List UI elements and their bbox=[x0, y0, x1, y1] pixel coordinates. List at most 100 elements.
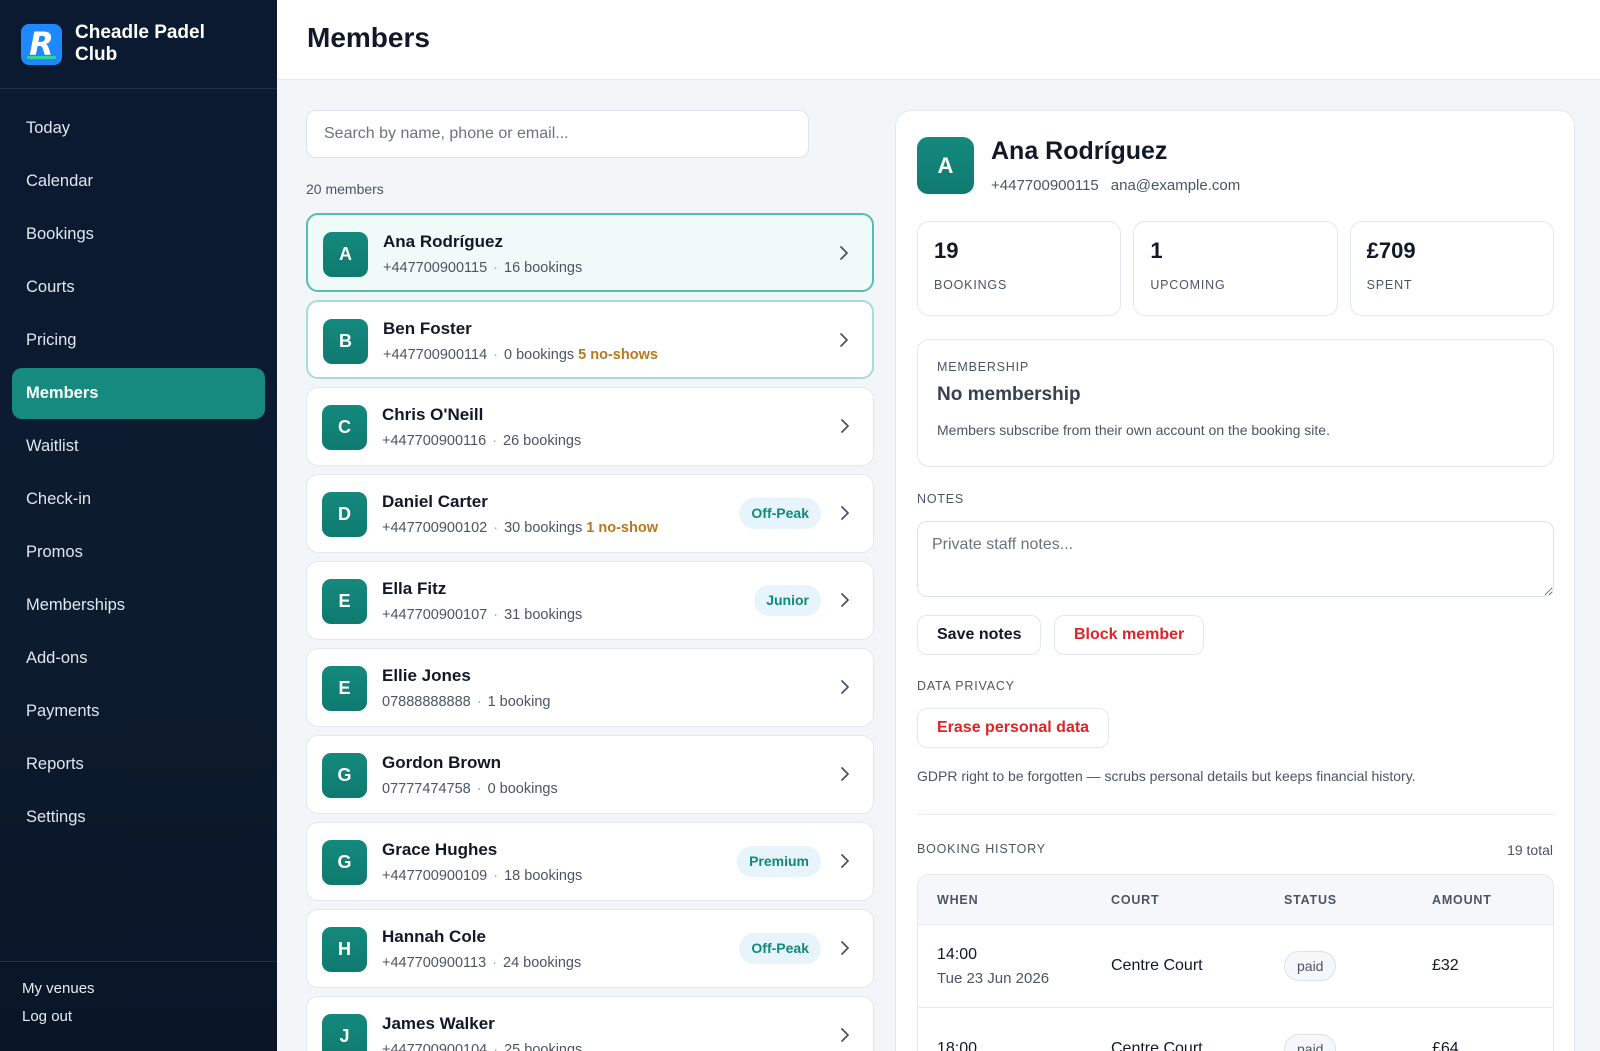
member-meta: +447700900116 · 26 bookings bbox=[382, 433, 581, 449]
sidebar-item-calendar[interactable]: Calendar bbox=[12, 156, 265, 207]
member-phone: +447700900115 bbox=[383, 260, 488, 276]
list-item[interactable]: A Ana Rodríguez +447700900115 · 16 bookings bbox=[306, 213, 874, 292]
member-name: James Walker bbox=[382, 1014, 495, 1033]
cell-amount: £32 bbox=[1432, 957, 1459, 974]
sidebar-item-settings[interactable]: Settings bbox=[12, 792, 265, 843]
booking-time: 18:00 bbox=[937, 1040, 978, 1051]
list-item[interactable]: C Chris O'Neill +447700900116 · 26 bookings bbox=[306, 387, 874, 466]
cell-court: Centre Court bbox=[1111, 1040, 1203, 1051]
column-header-status[interactable]: STATUS bbox=[1284, 893, 1432, 907]
club-logo: R bbox=[21, 23, 62, 65]
chevron-right-icon bbox=[835, 764, 855, 784]
member-bookings: 24 bookings bbox=[503, 955, 582, 971]
member-bookings: 16 bookings bbox=[504, 260, 583, 276]
membership-note: Members subscribe from their own account… bbox=[937, 422, 1330, 438]
stat-bookings: 19 BOOKINGS bbox=[917, 221, 1122, 316]
erase-personal-data-button[interactable]: Erase personal data bbox=[917, 708, 1110, 748]
list-item[interactable]: G Grace Hughes +447700900109 · 18 bookings Pr… bbox=[306, 822, 874, 901]
chevron-right-icon bbox=[835, 938, 855, 958]
page-header: Members bbox=[277, 0, 1600, 80]
table-row[interactable]: 18:00 Centre Court paid £64 bbox=[918, 1008, 1553, 1051]
cell-when: 18:00 bbox=[918, 1040, 1111, 1051]
my-venues-link[interactable]: My venues bbox=[22, 980, 277, 997]
column-header-amount[interactable]: AMOUNT bbox=[1432, 893, 1552, 907]
sidebar-item-members[interactable]: Members bbox=[12, 368, 265, 419]
gdpr-note: GDPR right to be forgotten — scrubs pers… bbox=[917, 768, 1416, 784]
separator: · bbox=[493, 260, 499, 276]
member-meta: 07888888888 · 1 booking bbox=[382, 694, 550, 710]
separator: · bbox=[492, 433, 498, 449]
member-name: Chris O'Neill bbox=[382, 405, 484, 424]
separator: · bbox=[493, 347, 499, 363]
member-name: Ellie Jones bbox=[382, 666, 471, 685]
data-privacy-label: DATA PRIVACY bbox=[917, 679, 1015, 693]
noshow-count: 1 no-show bbox=[586, 520, 658, 536]
member-phone: +447700900107 bbox=[382, 607, 488, 623]
member-bookings: 0 bookings bbox=[504, 347, 575, 363]
member-name: Hannah Cole bbox=[382, 927, 486, 946]
sidebar-item-memberships[interactable]: Memberships bbox=[12, 580, 265, 631]
chevron-right-icon bbox=[835, 677, 855, 697]
logout-link[interactable]: Log out bbox=[22, 1008, 277, 1025]
list-item[interactable]: J James Walker +447700900104 · 25 bookings bbox=[306, 996, 874, 1051]
sidebar-item-today[interactable]: Today bbox=[12, 103, 265, 154]
member-meta: +447700900109 · 18 bookings bbox=[382, 868, 582, 884]
booking-history-label: BOOKING HISTORY bbox=[917, 842, 1046, 856]
staff-notes-textarea[interactable] bbox=[917, 521, 1554, 597]
list-item[interactable]: D Daniel Carter +447700900102 · 30 bookings 1… bbox=[306, 474, 874, 553]
list-item[interactable]: E Ella Fitz +447700900107 · 31 bookings Junio… bbox=[306, 561, 874, 640]
sidebar-item-check-in[interactable]: Check-in bbox=[12, 474, 265, 525]
avatar: C bbox=[322, 405, 367, 450]
booking-history-table: WHEN COURT STATUS AMOUNT 14:00 Tue 23 Jun… bbox=[917, 874, 1554, 1051]
column-header-court[interactable]: COURT bbox=[1111, 893, 1284, 907]
membership-badge: Off-Peak bbox=[739, 933, 821, 964]
stat-value: 19 bbox=[934, 238, 959, 263]
list-item[interactable]: B Ben Foster +447700900114 · 0 bookings 5 no-… bbox=[306, 300, 874, 379]
list-item[interactable]: H Hannah Cole +447700900113 · 24 bookings Off… bbox=[306, 909, 874, 988]
sidebar-nav: Today Calendar Bookings Courts Pricing Member… bbox=[0, 89, 277, 843]
list-item[interactable]: G Gordon Brown 07777474758 · 0 bookings bbox=[306, 735, 874, 814]
member-bookings: 25 bookings bbox=[504, 1042, 583, 1051]
save-notes-button[interactable]: Save notes bbox=[917, 615, 1042, 655]
member-phone: +447700900109 bbox=[382, 868, 488, 884]
avatar: G bbox=[322, 840, 367, 885]
booking-history-total: 19 total bbox=[1507, 842, 1553, 858]
table-body: 14:00 Tue 23 Jun 2026 Centre Court paid £32 1… bbox=[918, 925, 1553, 1051]
member-phone: 07777474758 bbox=[382, 781, 471, 797]
list-item[interactable]: E Ellie Jones 07888888888 · 1 booking bbox=[306, 648, 874, 727]
avatar: A bbox=[323, 232, 368, 277]
column-header-when[interactable]: WHEN bbox=[918, 893, 1111, 907]
booking-date: Tue 23 Jun 2026 bbox=[937, 969, 1050, 987]
block-member-button[interactable]: Block member bbox=[1054, 615, 1205, 655]
avatar: D bbox=[322, 492, 367, 537]
member-count: 20 members bbox=[306, 181, 384, 197]
member-stats: 19 BOOKINGS 1 UPCOMING £709 SPENT bbox=[917, 221, 1554, 316]
sidebar-item-pricing[interactable]: Pricing bbox=[12, 315, 265, 366]
stat-value: £709 bbox=[1366, 238, 1416, 263]
table-row[interactable]: 14:00 Tue 23 Jun 2026 Centre Court paid £32 bbox=[918, 925, 1553, 1008]
avatar: G bbox=[322, 753, 367, 798]
separator: · bbox=[493, 607, 499, 623]
chevron-right-icon bbox=[835, 1025, 855, 1045]
member-name: Ana Rodríguez bbox=[991, 137, 1168, 165]
chevron-right-icon bbox=[835, 590, 855, 610]
stat-upcoming: 1 UPCOMING bbox=[1133, 221, 1338, 316]
cell-status: paid bbox=[1284, 951, 1432, 981]
cell-status: paid bbox=[1284, 1034, 1432, 1051]
sidebar-item-courts[interactable]: Courts bbox=[12, 262, 265, 313]
sidebar-item-promos[interactable]: Promos bbox=[12, 527, 265, 578]
brand[interactable]: R Cheadle Padel Club bbox=[0, 0, 277, 89]
search-input[interactable] bbox=[306, 110, 809, 158]
sidebar-item-waitlist[interactable]: Waitlist bbox=[12, 421, 265, 472]
status-badge: paid bbox=[1284, 951, 1337, 981]
member-bookings: 30 bookings bbox=[504, 520, 583, 536]
sidebar-item-reports[interactable]: Reports bbox=[12, 739, 265, 790]
avatar: H bbox=[322, 927, 367, 972]
cell-court: Centre Court bbox=[1111, 957, 1203, 974]
sidebar-item-bookings[interactable]: Bookings bbox=[12, 209, 265, 260]
sidebar-item-payments[interactable]: Payments bbox=[12, 686, 265, 737]
chevron-right-icon bbox=[834, 330, 854, 350]
status-badge: paid bbox=[1284, 1034, 1337, 1051]
sidebar-item-add-ons[interactable]: Add-ons bbox=[12, 633, 265, 684]
member-bookings: 1 booking bbox=[487, 694, 551, 710]
